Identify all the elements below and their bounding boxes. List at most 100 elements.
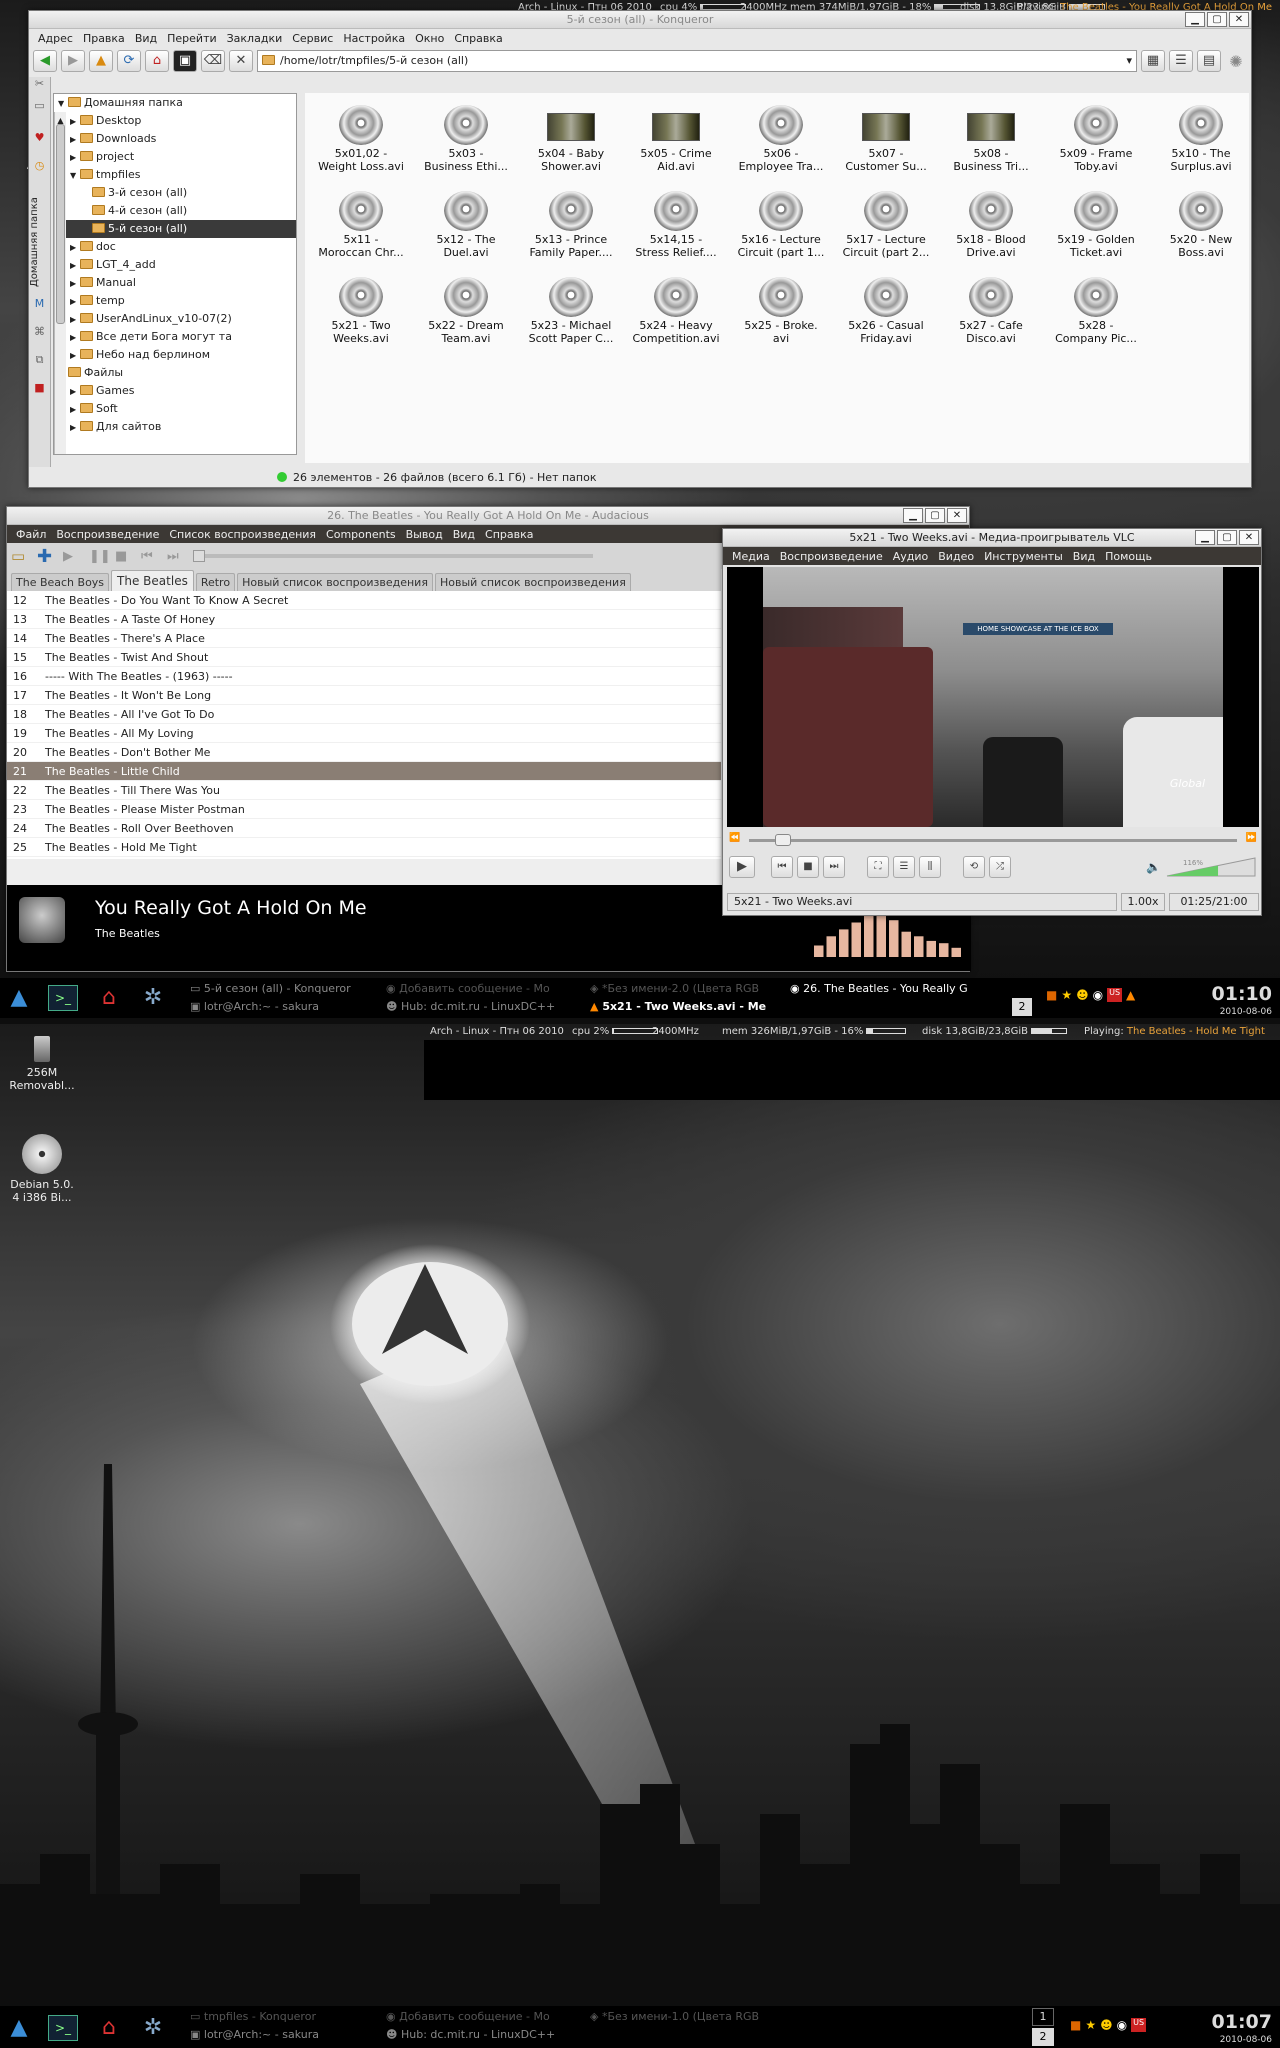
menu-playback[interactable]: Воспроизведение (775, 550, 888, 563)
tree-item[interactable]: 5-й сезон (all) (54, 220, 296, 238)
add-icon[interactable]: ✚ (37, 546, 59, 567)
menu-help[interactable]: Помощь (1100, 550, 1157, 563)
tree-item[interactable]: ▶ Manual (54, 274, 296, 292)
file-item[interactable]: 5x14,15 - Stress Relief.... (630, 191, 722, 259)
desktop-icon-removable[interactable]: 256M Removabl... (2, 1036, 82, 1092)
expand-arrow-icon[interactable]: ▶ (70, 131, 80, 149)
bookmarks-icon[interactable]: ♥ (29, 131, 50, 159)
playlist-row[interactable]: 18 The Beatles - All I've Got To Do (7, 705, 721, 724)
task-konqueror[interactable]: ▭ 5-й сезон (all) - Konqueror (190, 980, 385, 998)
dcpp-icon[interactable]: ☻ (1100, 2018, 1113, 2032)
vlc-titlebar[interactable]: 5x21 - Two Weeks.avi - Медиа-проигрывате… (723, 529, 1261, 547)
volume-slider[interactable]: 116% (1165, 856, 1257, 878)
file-item[interactable]: 5x24 - Heavy Competition.avi (630, 277, 722, 345)
playlist-row[interactable]: 20 The Beatles - Don't Bother Me (7, 743, 721, 762)
expand-arrow-icon[interactable]: ▼ (58, 95, 68, 113)
chevron-down-icon[interactable]: ▾ (1126, 51, 1132, 71)
audacious-seekbar[interactable] (193, 550, 593, 562)
tree-item[interactable]: ▶ Games (54, 382, 296, 400)
task-vlc[interactable]: ▲ 5x21 - Two Weeks.avi - Me (590, 998, 786, 1016)
up-icon[interactable]: ▲ (89, 50, 113, 72)
tree-item[interactable]: ▶ UserAndLinux_v10-07(2) (54, 310, 296, 328)
file-item[interactable]: 5x16 - Lecture Circuit (part 1... (735, 191, 827, 259)
file-item[interactable]: 5x25 - Broke. avi (735, 277, 827, 345)
file-item[interactable]: 5x05 - Crime Aid.avi (630, 105, 722, 173)
vlc-tray-icon[interactable]: ▲ (1126, 988, 1135, 1002)
seek-handle[interactable] (193, 550, 205, 562)
clear-location-icon[interactable]: ⌫ (201, 50, 225, 72)
file-item[interactable]: 5x21 - Two Weeks.avi (315, 277, 407, 345)
stop-icon[interactable]: ■ (797, 856, 819, 878)
sidebar-tab-home[interactable]: Домашняя папка (29, 187, 40, 297)
file-item[interactable]: 5x26 - Casual Friday.avi (840, 277, 932, 345)
arch-menu-icon[interactable]: ▲ (2, 2011, 36, 2045)
star-icon[interactable]: ★ (1061, 988, 1072, 1002)
view-icons-icon[interactable]: ▦ (1141, 50, 1165, 72)
expand-arrow-icon[interactable]: ▶ (70, 311, 80, 329)
tab-new-playlist-2[interactable]: Новый список воспроизведения (434, 573, 631, 591)
playlist-row[interactable]: 16 ----- With The Beatles - (1963) ----- (7, 667, 721, 686)
vlc-window[interactable]: 5x21 - Two Weeks.avi - Медиа-проигрывате… (722, 528, 1262, 916)
playlist-row[interactable]: 14 The Beatles - There's A Place (7, 629, 721, 648)
media-icon[interactable]: M (29, 297, 50, 325)
file-item[interactable]: 5x09 - Frame Toby.avi (1050, 105, 1142, 173)
konqueror-titlebar[interactable]: 5-й сезон (all) - Konqueror ▁ ▢ ✕ (29, 11, 1251, 29)
playlist-row[interactable]: 23 The Beatles - Please Mister Postman (7, 800, 721, 819)
clock[interactable]: 01:10 2010-08-06 (1212, 984, 1272, 1017)
desktop-icon-cdrom[interactable]: Debian 5.0. 4 i386 Bi... (2, 1134, 82, 1204)
keyboard-layout-flag-icon[interactable]: US (1131, 2018, 1147, 2032)
expand-arrow-icon[interactable]: ▶ (70, 149, 80, 167)
clock[interactable]: 01:07 2010-08-06 (1212, 2012, 1272, 2045)
expand-arrow-icon[interactable]: ▶ (70, 113, 80, 131)
file-item[interactable]: 5x27 - Cafe Disco.avi (945, 277, 1037, 345)
file-item[interactable]: 5x13 - Prince Family Paper.... (525, 191, 617, 259)
task-gimp[interactable]: ◈ *Без имени-1.0 (Цвета RGB (590, 2008, 778, 2026)
star-icon[interactable]: ★ (1085, 2018, 1096, 2032)
vlc-seekbar[interactable]: ⏪ ⏩ (729, 833, 1257, 847)
pager-desktop-2[interactable]: 2 (1012, 998, 1032, 1016)
tree-item[interactable]: ▶ Desktop (54, 112, 296, 130)
menu-settings[interactable]: Настройка (338, 32, 410, 45)
video-area[interactable]: HOME SHOWCASE AT THE ICE BOX Global (727, 567, 1259, 827)
vlc-time[interactable]: 01:25/21:00 (1169, 893, 1259, 911)
file-item[interactable]: 5x19 - Golden Ticket.avi (1050, 191, 1142, 259)
file-item[interactable]: 5x17 - Lecture Circuit (part 2... (840, 191, 932, 259)
menu-help[interactable]: Справка (449, 32, 507, 45)
tab-new-playlist-1[interactable]: Новый список воспроизведения (237, 573, 433, 591)
expand-arrow-icon[interactable]: ▶ (70, 347, 80, 365)
playlist-row[interactable]: 15 The Beatles - Twist And Shout (7, 648, 721, 667)
menu-view[interactable]: Вид (448, 528, 480, 541)
stop-icon[interactable]: ■ (115, 549, 137, 564)
task-linuxdcpp[interactable]: ☻ Hub: dc.mit.ru - LinuxDC++ (386, 998, 582, 1016)
tree-scrollbar[interactable]: ▲ (54, 112, 66, 454)
menu-media[interactable]: Медиа (727, 550, 775, 563)
menu-output[interactable]: Вывод (401, 528, 448, 541)
menu-components[interactable]: Components (321, 528, 401, 541)
maximize-button[interactable]: ▢ (1207, 12, 1227, 27)
expand-arrow-icon[interactable]: ▶ (70, 239, 80, 257)
pause-icon[interactable]: ❚❚ (89, 549, 111, 564)
forward-icon[interactable]: ▶ (61, 50, 85, 72)
menu-address[interactable]: Адрес (33, 32, 78, 45)
tools-icon[interactable]: ✂ (29, 77, 50, 99)
tree-item[interactable]: ▶ Downloads (54, 130, 296, 148)
play-icon[interactable]: ▶ (729, 856, 755, 878)
terminal-launcher-icon[interactable]: >_ (48, 985, 78, 1011)
home-icon[interactable]: ⌂ (145, 50, 169, 72)
pager-desktop-2[interactable]: 2 (1032, 2028, 1054, 2046)
maximize-button[interactable]: ▢ (925, 508, 945, 523)
menu-go[interactable]: Перейти (162, 32, 222, 45)
reload-icon[interactable]: ⟳ (117, 50, 141, 72)
tree-item[interactable]: ▶ LGT_4_add (54, 256, 296, 274)
tab-beatles[interactable]: The Beatles (111, 570, 194, 591)
task-browser[interactable]: ◉ Добавить сообщение - Mo (386, 980, 578, 998)
playlist-row[interactable]: 21 The Beatles - Little Child (7, 762, 721, 781)
menu-audio[interactable]: Аудио (888, 550, 934, 563)
back-icon[interactable]: ◀ (33, 50, 57, 72)
maximize-button[interactable]: ▢ (1217, 530, 1237, 545)
tree-item[interactable]: ▶ Небо над берлином (54, 346, 296, 364)
playlist-row[interactable]: 25 The Beatles - Hold Me Tight (7, 838, 721, 857)
file-item[interactable]: 5x22 - Dream Team.avi (420, 277, 512, 345)
menu-playlist[interactable]: Список воспроизведения (164, 528, 321, 541)
menu-file[interactable]: Файл (11, 528, 51, 541)
